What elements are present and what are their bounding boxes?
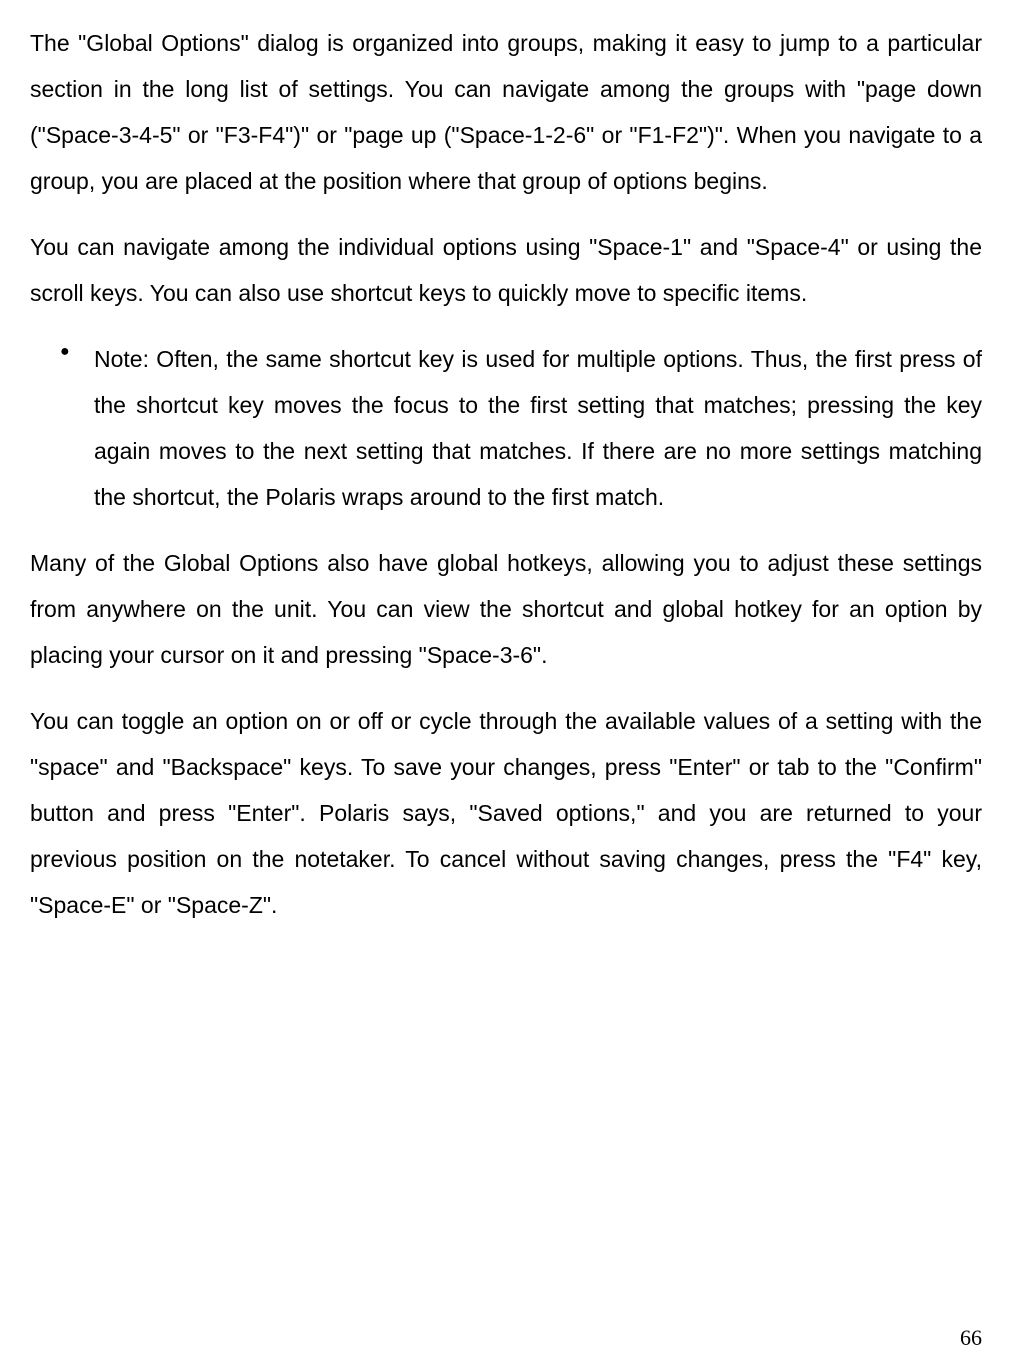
body-paragraph: You can toggle an option on or off or cy… [30, 698, 982, 928]
list-item: Note: Often, the same shortcut key is us… [70, 336, 982, 520]
body-paragraph: The "Global Options" dialog is organized… [30, 20, 982, 204]
page-number: 66 [960, 1325, 982, 1351]
bullet-list: Note: Often, the same shortcut key is us… [30, 336, 982, 520]
body-paragraph: Many of the Global Options also have glo… [30, 540, 982, 678]
body-paragraph: You can navigate among the individual op… [30, 224, 982, 316]
